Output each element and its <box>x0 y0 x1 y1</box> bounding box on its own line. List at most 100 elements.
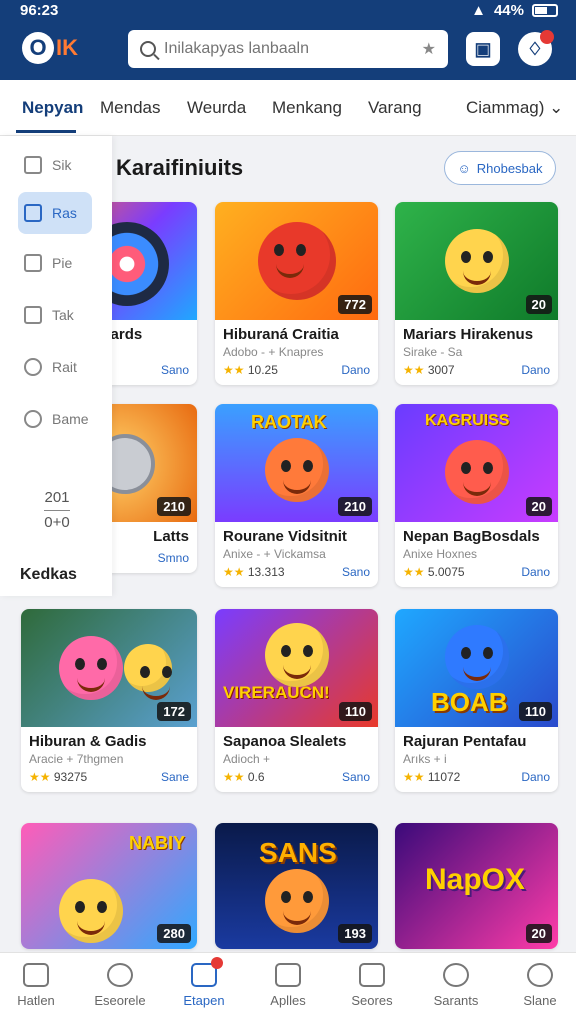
game-play-link[interactable]: Sano <box>342 565 370 579</box>
bookmark-button[interactable]: ▣ <box>466 32 500 66</box>
sidebar-item-label: Tak <box>52 307 74 323</box>
nav-item-hatlen[interactable]: Hatlen <box>0 963 72 1008</box>
star-icon: ★★ <box>223 770 245 784</box>
tab-varang[interactable]: Varang <box>368 98 422 118</box>
game-subtitle: Anixe - + Vickamsa <box>223 547 326 561</box>
game-badge: 20 <box>525 295 552 314</box>
sidebar-item-bame[interactable]: Bame <box>18 398 92 440</box>
section-title: Karaifiniuits <box>116 155 244 180</box>
voice-icon[interactable]: ★ <box>422 39 436 59</box>
game-play-link[interactable]: Smno <box>158 551 189 565</box>
home-icon <box>23 963 49 987</box>
game-thumbnail: BOAB 110 <box>395 609 558 727</box>
folder-icon <box>275 963 301 987</box>
sidebar-item-label: Pie <box>52 255 73 271</box>
top-bar: 96:23 ▲ 44% O IK ★ ▣ ♢ <box>0 0 576 80</box>
sidebar-item-sik[interactable]: Sik <box>18 144 92 186</box>
game-card[interactable]: 20 Mariars Hirakenus Sirake - Sa ★★ 3007… <box>395 202 558 385</box>
page-divider <box>44 510 70 511</box>
tab-weurda[interactable]: Weurda <box>187 98 246 118</box>
game-thumbnail: KAGRUISS 20 <box>395 404 558 522</box>
game-title: Hiburaná Craitia <box>223 326 339 343</box>
tab-mendas[interactable]: Mendas <box>100 98 160 118</box>
notification-dot <box>540 30 554 44</box>
game-play-link[interactable]: Dano <box>521 565 550 579</box>
nav-item-etapen[interactable]: Etapen <box>168 957 240 1008</box>
rating-value: 13.313 <box>247 565 285 579</box>
star-icon: ★★ <box>223 565 245 579</box>
rating-value: 0.6 <box>247 770 265 784</box>
game-subtitle: Aracie + 7thgmen <box>29 752 124 766</box>
game-rating: ★★ 0.6 <box>223 770 265 784</box>
sidebar-item-rait[interactable]: Rait <box>18 346 92 388</box>
nav-label: Seores <box>351 993 393 1008</box>
sidebar-item-label: Rait <box>52 359 77 375</box>
character-graphic <box>444 625 509 689</box>
status-icons: ▲ 44% <box>471 2 558 19</box>
wifi-icon: ▲ <box>471 2 486 19</box>
game-title: Mariars Hirakenus <box>403 326 534 343</box>
nav-label: Sarants <box>433 993 479 1008</box>
tab-nepyan[interactable]: Nepyan <box>22 98 83 118</box>
game-rating: ★★ 3007 <box>403 363 455 377</box>
game-rating: ★★ 13.313 <box>223 565 285 579</box>
nav-item-sarants[interactable]: Sarants <box>420 963 492 1008</box>
game-card[interactable]: NABIY 280 <box>21 823 197 949</box>
nav-label: Slane <box>523 993 557 1008</box>
tab-ciammag[interactable]: Ciammag) ⌄ <box>466 98 563 118</box>
game-badge: 193 <box>338 924 372 943</box>
thumbnail-text: VIRERAUCN! <box>223 683 330 702</box>
battery-icon <box>532 4 558 17</box>
game-play-link[interactable]: Sano <box>161 363 189 377</box>
star-icon: ★★ <box>403 565 425 579</box>
tab-menkang[interactable]: Menkang <box>272 98 342 118</box>
status-bar: 96:23 ▲ 44% <box>0 0 576 22</box>
game-badge: 20 <box>525 497 552 516</box>
logo-text: IK <box>56 35 78 60</box>
nav-label: Etapen <box>183 993 225 1008</box>
game-card[interactable]: 772 Hiburaná Craitia Adobo - + Knapres ★… <box>215 202 378 385</box>
tab-ciammag-label: Ciammag) <box>466 98 545 117</box>
status-time: 96:23 <box>20 2 59 19</box>
game-play-link[interactable]: Dano <box>521 770 550 784</box>
game-play-link[interactable]: Sano <box>342 770 370 784</box>
game-card[interactable]: NapOX 20 <box>395 823 558 949</box>
nav-item-seores[interactable]: Seores <box>336 963 408 1008</box>
game-card[interactable]: VIRERAUCN! 110 Sapanoa Slealets Adioch +… <box>215 609 378 792</box>
list-icon <box>24 156 42 174</box>
bell-icon: ♢ <box>526 38 544 59</box>
nav-item-aplles[interactable]: Aplles <box>252 963 324 1008</box>
sidebar-item-pie[interactable]: Pie <box>18 242 92 284</box>
game-title: Rajuran Pentafau <box>403 733 527 750</box>
star-icon: ★★ <box>403 363 425 377</box>
thumbnail-text: NABIY <box>128 833 185 853</box>
nav-item-slane[interactable]: Slane <box>504 963 576 1008</box>
search-icon <box>140 41 156 57</box>
search-input[interactable] <box>164 40 422 58</box>
game-card[interactable]: RAOTAK 210 Rourane Vidsitnit Anixe - + V… <box>215 404 378 587</box>
app-logo[interactable]: O IK <box>22 32 78 64</box>
notification-button[interactable]: ♢ <box>518 30 554 66</box>
game-thumbnail: 20 <box>395 202 558 320</box>
game-subtitle: Anixe Hoxnes <box>403 547 478 561</box>
star-icon <box>443 963 469 987</box>
thumbnail-text: KAGRUISS <box>425 412 510 429</box>
nav-item-eseorele[interactable]: Eseorele <box>84 963 156 1008</box>
game-rating: ★★ 93275 <box>29 770 87 784</box>
game-play-link[interactable]: Dano <box>521 363 550 377</box>
game-card[interactable]: 172 Hiburan & Gadis Aracie + 7thgmen ★★ … <box>21 609 197 792</box>
game-card[interactable]: BOAB 110 Rajuran Pentafau Arıks + i ★★ 1… <box>395 609 558 792</box>
sidebar-item-ras[interactable]: Ras <box>18 192 92 234</box>
profile-icon <box>527 963 553 987</box>
game-subtitle: Sirake - Sa <box>403 345 463 359</box>
page-top: 201 <box>44 489 70 506</box>
game-card[interactable]: SANS 193 <box>215 823 378 949</box>
section-action-button[interactable]: ☺ Rhobesbak <box>444 151 556 185</box>
game-title: Rourane Vidsitnit <box>223 528 347 545</box>
game-card[interactable]: KAGRUISS 20 Nepan BagBosdals Anixe Hoxne… <box>395 404 558 587</box>
sidebar-item-tak[interactable]: Tak <box>18 294 92 336</box>
game-thumbnail: RAOTAK 210 <box>215 404 378 522</box>
search-bar[interactable]: ★ <box>128 30 448 68</box>
game-play-link[interactable]: Sane <box>161 770 189 784</box>
game-play-link[interactable]: Dano <box>341 363 370 377</box>
